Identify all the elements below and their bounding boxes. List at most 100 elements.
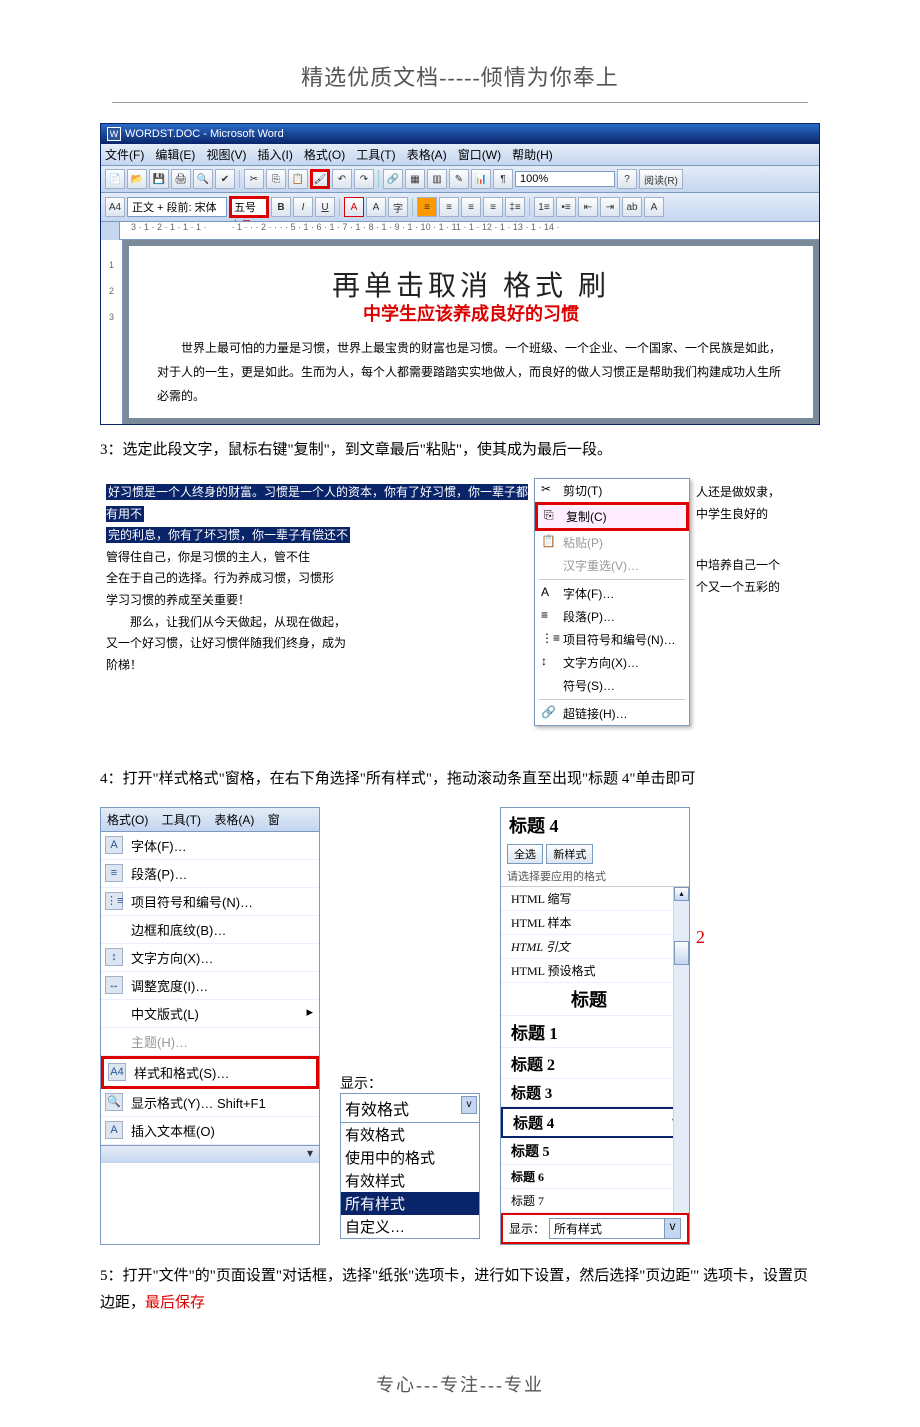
hdr-table[interactable]: 表格(A) [214, 813, 254, 827]
style-item[interactable]: HTML 预设格式 [501, 959, 689, 983]
underline-icon[interactable]: U [315, 197, 335, 217]
align-center-icon[interactable]: ≡ [439, 197, 459, 217]
char-scale-icon[interactable]: 字 [388, 197, 408, 217]
show-opt[interactable]: 有效样式 [341, 1169, 479, 1192]
ctx-bullets[interactable]: ⋮≡项目符号和编号(N)… [535, 628, 689, 651]
menu-window[interactable]: 窗口(W) [458, 148, 501, 162]
char-border-icon[interactable]: A [344, 197, 364, 217]
outdent-icon[interactable]: ⇤ [578, 197, 598, 217]
ctx-symbol[interactable]: 符号(S)… [535, 674, 689, 697]
menu-expand-bar[interactable] [101, 1145, 319, 1163]
scroll-up-icon[interactable]: ▴ [674, 887, 689, 901]
fmt-direction[interactable]: ↕文字方向(X)… [101, 944, 319, 972]
chevron-down-icon[interactable]: v [461, 1096, 477, 1114]
open-icon[interactable]: 📂 [127, 169, 147, 189]
columns-icon[interactable]: ▥ [427, 169, 447, 189]
paste-icon[interactable]: 📋 [288, 169, 308, 189]
chart-icon[interactable]: 📊 [471, 169, 491, 189]
menu-file[interactable]: 文件(F) [105, 148, 144, 162]
drawing-icon[interactable]: ✎ [449, 169, 469, 189]
style-item-heading-4[interactable]: 标题 4↵ [501, 1107, 689, 1138]
fmt-font[interactable]: A字体(F)… [101, 832, 319, 860]
ctx-copy[interactable]: ⎘复制(C) [535, 502, 689, 531]
menu-table[interactable]: 表格(A) [407, 148, 447, 162]
scrollbar[interactable]: ▴ [673, 887, 689, 1213]
style-item[interactable]: 标题 6↵ [501, 1165, 689, 1189]
indent-icon[interactable]: ⇥ [600, 197, 620, 217]
menu-format[interactable]: 格式(O) [304, 148, 345, 162]
redo-icon[interactable]: ↷ [354, 169, 374, 189]
show-select[interactable]: 所有样式 v [549, 1218, 681, 1239]
align-right-icon[interactable]: ≡ [461, 197, 481, 217]
new-style-button[interactable]: 新样式 [546, 844, 593, 864]
preview-icon[interactable]: 🔍 [193, 169, 213, 189]
fmt-width[interactable]: ↔调整宽度(I)… [101, 972, 319, 1000]
fmt-styles[interactable]: A4样式和格式(S)… [101, 1056, 319, 1089]
font-color-icon[interactable]: A [644, 197, 664, 217]
show-combobox[interactable]: 有效格式v [340, 1093, 480, 1123]
show-opt[interactable]: 自定义… [341, 1215, 479, 1238]
print-icon[interactable]: 🖨 [171, 169, 191, 189]
style-item[interactable]: 标题↵ [501, 983, 689, 1016]
numbering-icon[interactable]: 1≡ [534, 197, 554, 217]
menu-tools[interactable]: 工具(T) [356, 148, 395, 162]
read-button[interactable]: 阅读(R) [639, 169, 683, 189]
new-icon[interactable]: 📄 [105, 169, 125, 189]
highlight-icon[interactable]: ab [622, 197, 642, 217]
help-icon[interactable]: ? [617, 169, 637, 189]
undo-icon[interactable]: ↶ [332, 169, 352, 189]
show-opt[interactable]: 有效格式 [341, 1123, 479, 1146]
chevron-down-icon[interactable]: v [664, 1219, 680, 1238]
ctx-font[interactable]: A字体(F)… [535, 582, 689, 605]
style-selector[interactable]: 正文 + 段前: 宋体 [127, 197, 227, 217]
style-item[interactable]: HTML 引文a [501, 935, 689, 959]
show-opt[interactable]: 使用中的格式 [341, 1146, 479, 1169]
select-all-button[interactable]: 全选 [507, 844, 543, 864]
copy-icon[interactable]: ⎘ [266, 169, 286, 189]
table-icon[interactable]: ▦ [405, 169, 425, 189]
cut-icon[interactable]: ✂ [244, 169, 264, 189]
ctx-text-direction[interactable]: ↕文字方向(X)… [535, 651, 689, 674]
styles-pane-icon[interactable]: A4 [105, 197, 125, 217]
menu-insert[interactable]: 插入(I) [258, 148, 293, 162]
ctx-paste[interactable]: 📋粘贴(P) [535, 531, 689, 554]
fmt-borders[interactable]: 边框和底纹(B)… [101, 916, 319, 944]
spell-icon[interactable]: ✔ [215, 169, 235, 189]
show-opt-highlighted[interactable]: 所有样式 [341, 1192, 479, 1215]
fmt-bullets[interactable]: ⋮≡项目符号和编号(N)… [101, 888, 319, 916]
menu-edit[interactable]: 编辑(E) [155, 148, 195, 162]
scroll-thumb[interactable] [674, 941, 689, 965]
bold-icon[interactable]: B [271, 197, 291, 217]
align-left-icon[interactable]: ≡ [417, 197, 437, 217]
link-icon[interactable]: 🔗 [383, 169, 403, 189]
zoom-box[interactable]: 100% [515, 171, 615, 187]
show-marks-icon[interactable]: ¶ [493, 169, 513, 189]
menu-help[interactable]: 帮助(H) [512, 148, 553, 162]
fmt-asian[interactable]: 中文版式(L)▸ [101, 1000, 319, 1028]
hdr-tools[interactable]: 工具(T) [162, 813, 201, 827]
style-item[interactable]: 标题 7↵ [501, 1189, 689, 1213]
bullets-icon[interactable]: •≡ [556, 197, 576, 217]
align-justify-icon[interactable]: ≡ [483, 197, 503, 217]
ctx-reconvert[interactable]: 汉字重选(V)… [535, 554, 689, 577]
ctx-paragraph[interactable]: ≡段落(P)… [535, 605, 689, 628]
style-item[interactable]: HTML 缩写a [501, 887, 689, 911]
fmt-theme[interactable]: 主题(H)… [101, 1028, 319, 1056]
style-item[interactable]: 标题 1↵ [501, 1016, 689, 1048]
line-spacing-icon[interactable]: ‡≡ [505, 197, 525, 217]
save-icon[interactable]: 💾 [149, 169, 169, 189]
font-size-selector[interactable]: 五号 字号 [229, 196, 269, 218]
fmt-paragraph[interactable]: ≡段落(P)… [101, 860, 319, 888]
style-item[interactable]: 标题 2↵ [501, 1048, 689, 1079]
ctx-hyperlink[interactable]: 🔗超链接(H)… [535, 702, 689, 725]
hdr-format[interactable]: 格式(O) [107, 813, 148, 827]
fmt-textbox[interactable]: A插入文本框(O) [101, 1117, 319, 1145]
style-item[interactable]: HTML 样本a [501, 911, 689, 935]
italic-icon[interactable]: I [293, 197, 313, 217]
hdr-window[interactable]: 窗 [268, 813, 280, 827]
fmt-reveal[interactable]: 🔍显示格式(Y)… Shift+F1 [101, 1089, 319, 1117]
style-item[interactable]: 标题 5↵ [501, 1138, 689, 1165]
format-painter-icon[interactable]: 🖌 [310, 169, 330, 189]
style-item[interactable]: 标题 3↵ [501, 1079, 689, 1107]
menu-view[interactable]: 视图(V) [206, 148, 246, 162]
